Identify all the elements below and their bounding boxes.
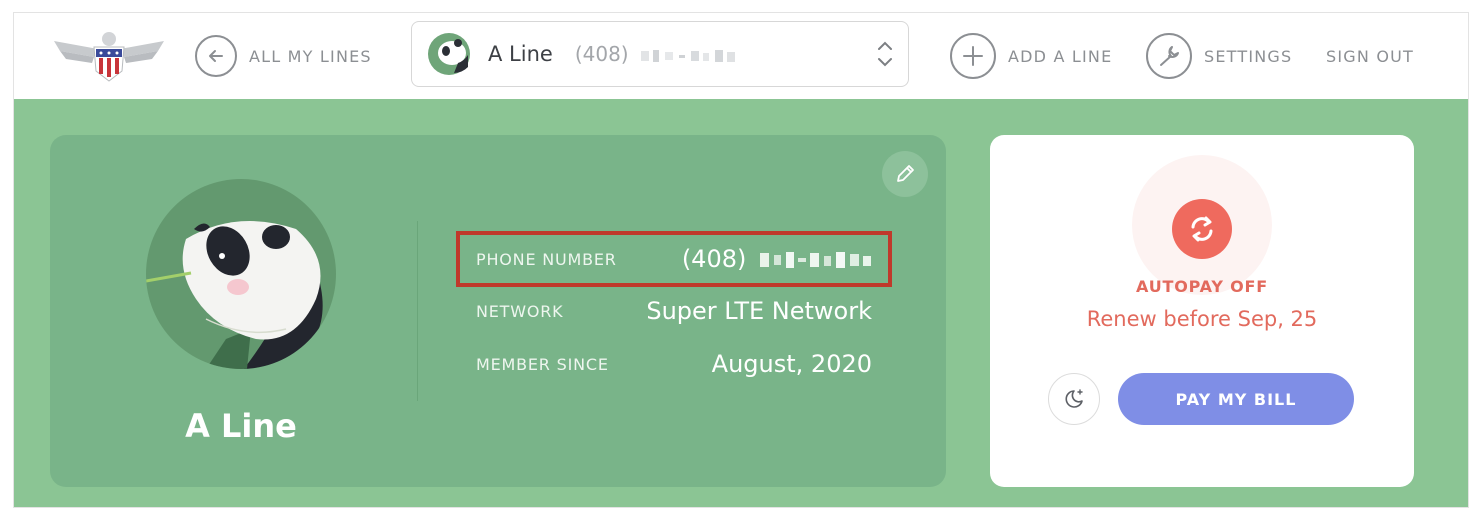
schedule-button[interactable] [1048, 373, 1100, 425]
autopay-status: AUTOPAY OFF [1136, 277, 1268, 296]
phone-number-label: PHONE NUMBER [476, 249, 617, 269]
wrench-icon [1146, 33, 1192, 79]
network-row: NETWORK Super LTE Network [456, 283, 892, 339]
arrow-left-icon [195, 35, 237, 77]
edit-button[interactable] [882, 151, 928, 197]
phone-number-row: PHONE NUMBER (408) [456, 231, 892, 287]
renew-date: Renew before Sep, 25 [1086, 307, 1318, 331]
pencil-icon [897, 165, 914, 182]
redacted-number-icon [760, 252, 871, 268]
add-a-line-label: ADD A LINE [1008, 46, 1113, 66]
line-name: A Line [185, 407, 297, 445]
settings-link[interactable]: SETTINGS [1146, 13, 1292, 99]
all-my-lines-label: ALL MY LINES [249, 46, 372, 66]
autopay-status-badge [1172, 199, 1232, 259]
main-content: A Line PHONE NUMBER (408) NETWORK Super … [14, 99, 1468, 507]
moon-icon [1065, 389, 1083, 408]
top-nav: ALL MY LINES A Line (408) ADD A LINE SET… [14, 13, 1468, 100]
member-since-row: MEMBER SINCE August, 2020 [456, 336, 892, 392]
sign-out-link[interactable]: SIGN OUT [1326, 13, 1414, 99]
divider [417, 221, 418, 401]
panda-avatar-icon [428, 33, 470, 75]
redacted-number-icon [640, 49, 735, 62]
eagle-logo-icon[interactable] [50, 27, 168, 83]
settings-label: SETTINGS [1204, 46, 1293, 66]
selected-line-number: (408) [575, 42, 741, 66]
billing-card: AUTOPAY OFF Renew before Sep, 25 PAY MY … [990, 135, 1414, 487]
pay-my-bill-button[interactable]: PAY MY BILL [1118, 373, 1354, 425]
panda-avatar-icon [146, 179, 336, 369]
line-card: A Line PHONE NUMBER (408) NETWORK Super … [50, 135, 946, 487]
member-since-value: August, 2020 [711, 350, 872, 378]
add-a-line-link[interactable]: ADD A LINE [950, 13, 1112, 99]
sign-out-label: SIGN OUT [1326, 46, 1415, 66]
selected-line-name: A Line [488, 42, 553, 66]
network-label: NETWORK [476, 301, 564, 321]
network-value: Super LTE Network [646, 297, 872, 325]
phone-number-value: (408) [682, 245, 872, 273]
member-since-label: MEMBER SINCE [476, 354, 609, 374]
line-selector[interactable]: A Line (408) [411, 21, 909, 87]
sync-icon [1191, 216, 1213, 242]
chevron-up-down-icon [878, 41, 892, 67]
app-frame: ALL MY LINES A Line (408) ADD A LINE SET… [13, 12, 1469, 508]
plus-icon [950, 33, 996, 79]
all-my-lines-link[interactable]: ALL MY LINES [195, 13, 372, 99]
